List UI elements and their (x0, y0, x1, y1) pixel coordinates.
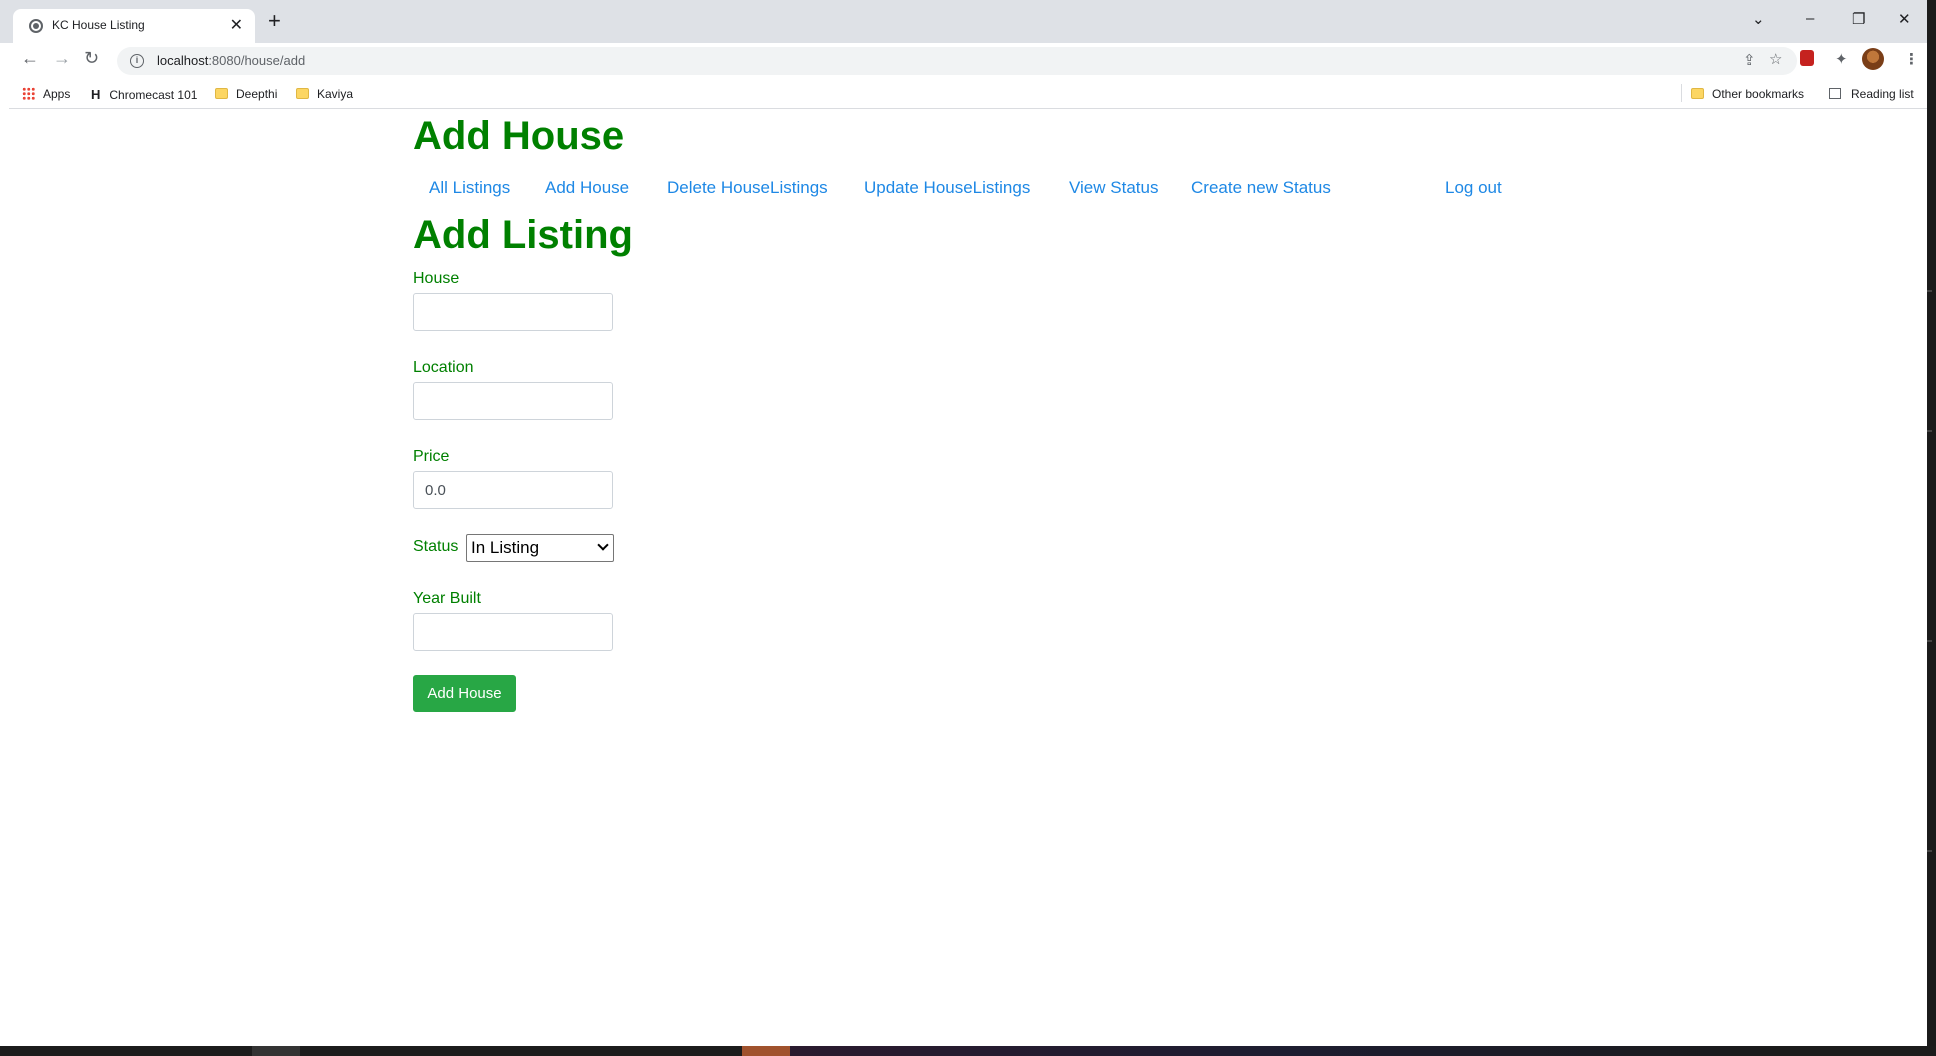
globe-icon (29, 19, 43, 33)
bookmark-label: Reading list (1851, 87, 1914, 101)
browser-tab[interactable]: KC House Listing ✕ (13, 9, 255, 43)
close-window-button[interactable]: ✕ (1898, 10, 1911, 28)
house-label: House (413, 270, 460, 287)
reading-list-icon (1829, 88, 1841, 99)
share-icon[interactable]: ⇪ (1743, 53, 1756, 68)
extensions-puzzle-icon[interactable]: ✦ (1835, 52, 1848, 67)
url-path: :8080/house/add (208, 53, 306, 68)
taskbar-item[interactable] (252, 1046, 300, 1056)
nav-all-listings[interactable]: All Listings (429, 178, 510, 198)
house-input[interactable] (413, 293, 613, 331)
screen-edge (1927, 0, 1936, 1056)
nav-delete-listings[interactable]: Delete HouseListings (667, 178, 828, 198)
browser-window: KC House Listing ✕ + ⌄ – ❐ ✕ ← → ↻ i loc… (0, 0, 1936, 1056)
browser-toolbar: ← → ↻ i localhost:8080/house/add ⇪ ☆ ✦ ⋮ (9, 43, 1927, 79)
bookmark-deepthi[interactable]: Deepthi (215, 87, 277, 101)
chevron-down-icon (597, 539, 609, 551)
nav-view-status[interactable]: View Status (1069, 178, 1158, 198)
page-title: Add House (413, 114, 625, 158)
browser-menu-icon[interactable]: ⋮ (1904, 52, 1919, 67)
edge-tick (1927, 850, 1932, 852)
bookmark-chromecast[interactable]: H Chromecast 101 (91, 87, 197, 102)
minimize-button[interactable]: – (1806, 10, 1814, 27)
bookmark-apps[interactable]: Apps (22, 87, 70, 101)
site-info-icon[interactable]: i (130, 54, 144, 68)
nav-logout[interactable]: Log out (1445, 178, 1502, 198)
taskbar-wallpaper (790, 1046, 1790, 1056)
location-label: Location (413, 359, 474, 376)
extension-shield-icon[interactable] (1800, 50, 1814, 66)
price-label: Price (413, 448, 450, 465)
tab-close-icon[interactable]: ✕ (230, 15, 243, 35)
status-label: Status (413, 538, 459, 555)
bookmark-label: Kaviya (317, 87, 354, 101)
status-selected-value: In Listing (471, 538, 540, 557)
url-text: localhost:8080/house/add (157, 53, 305, 68)
address-bar[interactable]: i localhost:8080/house/add ⇪ ☆ (117, 47, 1797, 75)
back-arrow-icon[interactable]: ← (21, 49, 39, 67)
profile-avatar[interactable] (1862, 48, 1884, 70)
nav-create-status[interactable]: Create new Status (1191, 178, 1331, 198)
bookmark-label: Deepthi (236, 87, 278, 101)
bookmarks-bar: Apps H Chromecast 101 Deepthi Kaviya Othe… (9, 79, 1927, 109)
folder-icon (296, 88, 309, 99)
tab-search-icon[interactable]: ⌄ (1752, 10, 1765, 28)
taskbar-item-active[interactable] (742, 1046, 790, 1056)
apps-grid-icon (22, 87, 35, 100)
bookmarks-divider (1681, 84, 1682, 102)
edge-tick (1927, 290, 1932, 292)
nav-add-house[interactable]: Add House (545, 178, 629, 198)
page-content: Add House All Listings Add House Delete … (9, 110, 1927, 1046)
bookmark-kaviya[interactable]: Kaviya (296, 87, 353, 101)
location-input[interactable] (413, 382, 613, 420)
status-select[interactable]: In Listing (466, 534, 614, 562)
new-tab-button[interactable]: + (268, 10, 281, 32)
bookmark-star-icon[interactable]: ☆ (1769, 52, 1782, 67)
nav-update-listings[interactable]: Update HouseListings (864, 178, 1030, 198)
tab-strip: KC House Listing ✕ + ⌄ – ❐ ✕ (0, 0, 1936, 43)
bookmark-label: Other bookmarks (1712, 87, 1805, 101)
year-built-label: Year Built (413, 590, 481, 607)
bookmark-label: Apps (43, 87, 71, 101)
forward-arrow-icon[interactable]: → (53, 49, 71, 67)
edge-tick (1927, 640, 1932, 642)
chromecast-h-icon: H (91, 87, 101, 102)
price-input[interactable] (413, 471, 613, 509)
reload-icon[interactable]: ↻ (84, 49, 99, 67)
reading-list[interactable]: Reading list (1829, 87, 1914, 101)
restore-button[interactable]: ❐ (1852, 10, 1865, 28)
form-title: Add Listing (413, 213, 633, 257)
add-house-button[interactable]: Add House (413, 675, 516, 712)
bookmark-other[interactable]: Other bookmarks (1691, 87, 1804, 101)
year-built-input[interactable] (413, 613, 613, 651)
folder-icon (215, 88, 228, 99)
edge-tick (1927, 430, 1932, 432)
tab-title: KC House Listing (52, 18, 145, 32)
folder-icon (1691, 88, 1704, 99)
bookmark-label: Chromecast 101 (109, 88, 198, 102)
os-taskbar (0, 1046, 1936, 1056)
url-host: localhost (157, 53, 209, 68)
